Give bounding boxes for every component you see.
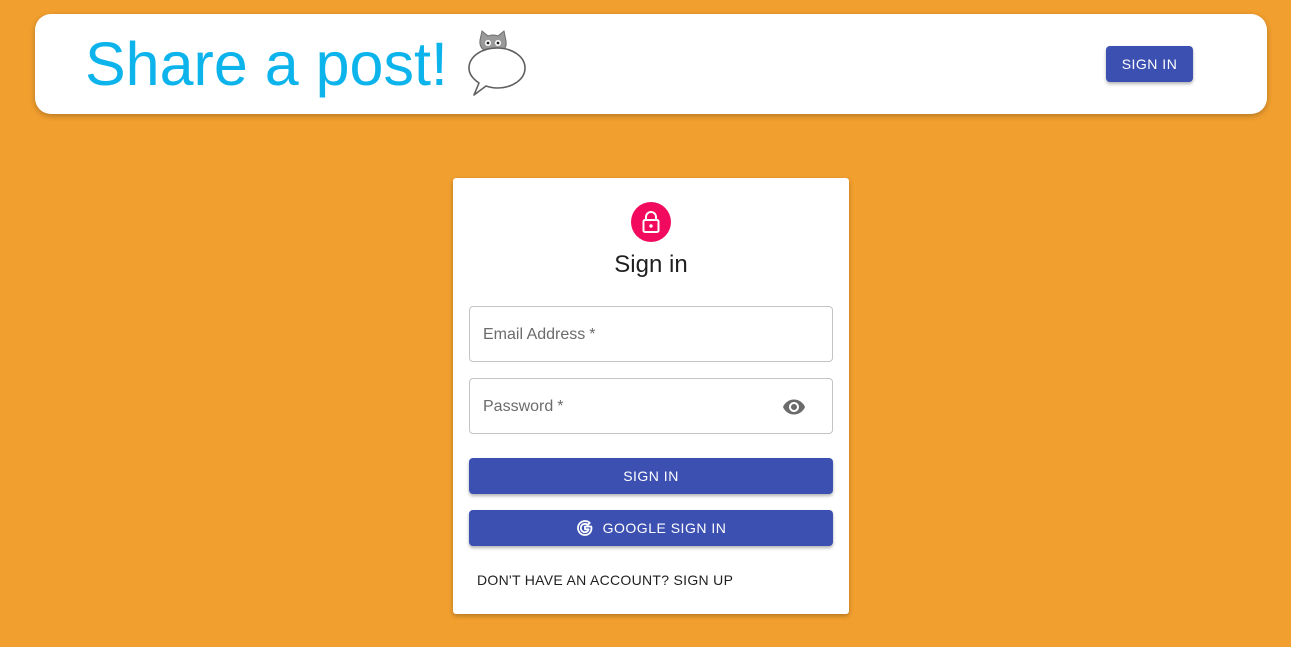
email-input[interactable] — [470, 307, 832, 361]
signup-link[interactable]: DON'T HAVE AN ACCOUNT? SIGN UP — [469, 568, 741, 592]
signin-card: Sign in Email Address * Password * SIGN IN… — [453, 178, 849, 614]
signin-button[interactable]: SIGN IN — [469, 458, 833, 494]
google-signin-button[interactable]: GOOGLE SIGN IN — [469, 510, 833, 546]
google-signin-label: GOOGLE SIGN IN — [602, 520, 727, 536]
lock-icon — [631, 202, 671, 242]
email-field[interactable]: Email Address * — [469, 306, 833, 362]
brand: Share a post! — [85, 30, 528, 100]
google-icon — [576, 519, 594, 537]
signin-button-label: SIGN IN — [623, 468, 679, 484]
eye-icon[interactable] — [781, 394, 807, 420]
header-signin-button[interactable]: SIGN IN — [1106, 46, 1193, 82]
app-header: Share a post! SIGN IN — [35, 14, 1267, 114]
signin-title: Sign in — [614, 251, 688, 278]
password-input[interactable] — [470, 379, 832, 433]
app-title: Share a post! — [85, 30, 448, 98]
speech-bubble-cat-icon — [466, 30, 528, 100]
password-field[interactable]: Password * — [469, 378, 833, 434]
